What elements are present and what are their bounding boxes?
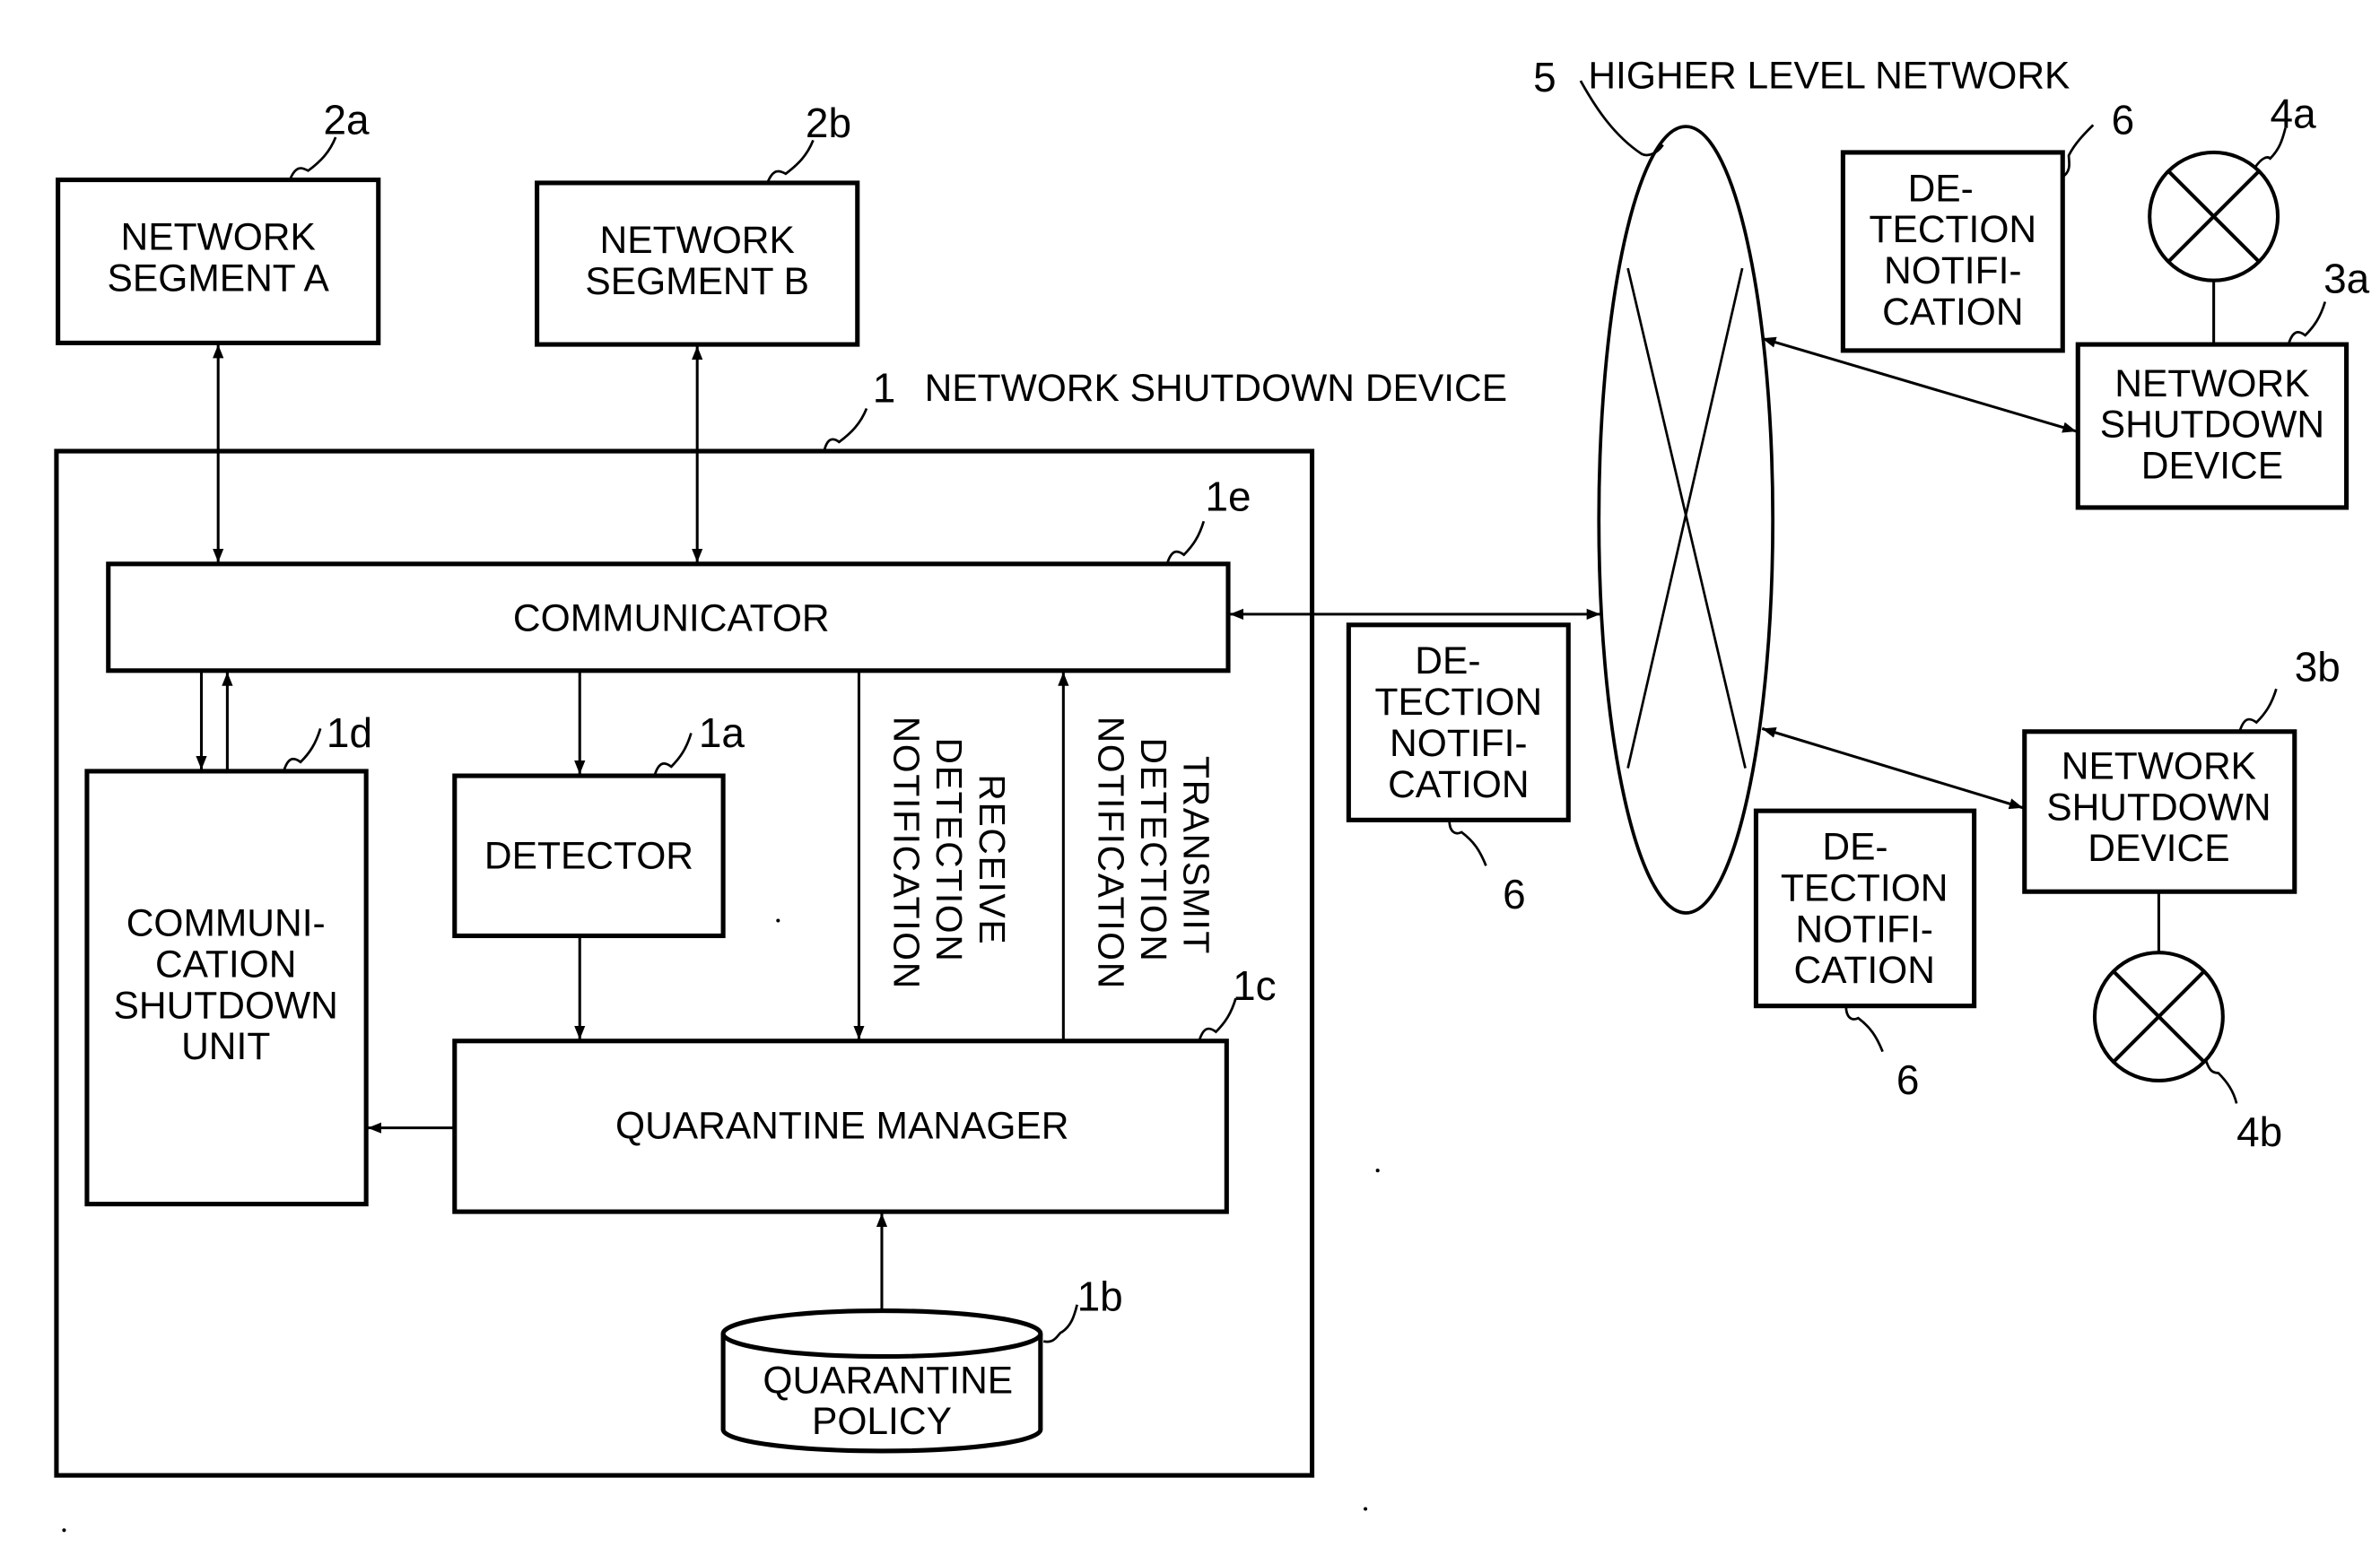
- speck: [1375, 1169, 1380, 1173]
- network-shutdown-diagram: NETWORK SEGMENT A 2a NETWORK SEGMENT B 2…: [54, 54, 2370, 1533]
- device-title-text: NETWORK SHUTDOWN DEVICE: [925, 368, 1508, 410]
- communicator-label: COMMUNICATOR: [513, 598, 830, 640]
- device-3b-line-1: NETWORK: [2062, 745, 2256, 787]
- terminal-4a-icon: 4a: [2148, 91, 2317, 282]
- ref-1c: 1c: [1233, 962, 1276, 1009]
- communication-shutdown-unit: COMMUNI- CATION SHUTDOWN UNIT 1d: [84, 709, 372, 1207]
- remote-network-shutdown-device-3b: NETWORK SHUTDOWN DEVICE 3b: [2022, 644, 2341, 894]
- notif-mid-line-4: CATION: [1388, 764, 1529, 806]
- notif-bot-line-1: DE-: [1822, 827, 1887, 869]
- terminal-4b-icon: 4b: [2092, 951, 2282, 1155]
- notif-mid-line-2: TECTION: [1375, 682, 1543, 724]
- device-3a-line-2: SHUTDOWN: [2100, 404, 2324, 447]
- ref-6-middle: 6: [1503, 871, 1526, 917]
- notif-bot-line-2: TECTION: [1781, 867, 1948, 909]
- ref-1: 1: [873, 365, 896, 412]
- ref-3a: 3a: [2323, 255, 2370, 301]
- device-title: 1 NETWORK SHUTDOWN DEVICE: [823, 365, 1508, 454]
- higher-network-label: HIGHER LEVEL NETWORK: [1588, 56, 2070, 98]
- ref-6-bottom: 6: [1896, 1056, 1920, 1103]
- shutdown-unit-line-2: CATION: [155, 943, 296, 986]
- transmit-line-3: NOTIFICATION: [1090, 717, 1131, 990]
- receive-line-3: NOTIFICATION: [886, 717, 928, 990]
- policy-line-1: QUARANTINE: [763, 1360, 1013, 1402]
- notif-bot-line-3: NOTIFI-: [1795, 908, 1933, 951]
- ref-4b: 4b: [2236, 1108, 2282, 1155]
- arrow-network-device-3b: [1761, 726, 2024, 810]
- speck: [62, 1528, 66, 1533]
- shutdown-unit-line-4: UNIT: [181, 1026, 270, 1068]
- ref-1b: 1b: [1077, 1273, 1123, 1320]
- ref-2b: 2b: [806, 100, 851, 146]
- notif-mid-line-1: DE-: [1415, 640, 1480, 682]
- notif-top-line-4: CATION: [1882, 291, 2023, 334]
- notif-bot-line-4: CATION: [1793, 950, 1934, 992]
- device-3a-line-3: DEVICE: [2141, 446, 2283, 488]
- network-segment-a: NETWORK SEGMENT A 2a: [56, 97, 381, 345]
- receive-line-2: DETECTION: [928, 738, 970, 963]
- ref-6-top: 6: [2112, 97, 2135, 143]
- device-3b-line-3: DEVICE: [2088, 828, 2229, 870]
- shutdown-unit-line-3: SHUTDOWN: [114, 985, 338, 1027]
- detection-notification-top: DE- TECTION NOTIFI- CATION 6: [1840, 97, 2135, 353]
- segment-b-line-1: NETWORK: [600, 220, 795, 262]
- receive-line-1: RECEIVE: [972, 774, 1013, 945]
- speck: [1364, 1507, 1368, 1511]
- ref-3b: 3b: [2295, 644, 2341, 691]
- detector-label: DETECTOR: [484, 836, 693, 878]
- speck: [776, 918, 780, 923]
- ref-2a: 2a: [324, 97, 371, 143]
- device-3a-line-1: NETWORK: [2114, 363, 2309, 405]
- segment-a-line-2: SEGMENT A: [108, 258, 330, 300]
- notif-top-line-3: NOTIFI-: [1884, 250, 2022, 292]
- notif-top-line-1: DE-: [1908, 168, 1974, 210]
- transmit-detection-notification-label: TRANSMIT DETECTION NOTIFICATION: [1090, 717, 1216, 990]
- remote-network-shutdown-device-3a: NETWORK SHUTDOWN DEVICE 3a: [2075, 255, 2370, 510]
- detection-notification-bottom: DE- TECTION NOTIFI- CATION 6: [1753, 808, 1977, 1103]
- notif-mid-line-3: NOTIFI-: [1390, 723, 1528, 765]
- transmit-line-2: DETECTION: [1133, 738, 1174, 963]
- detection-notification-middle: DE- TECTION NOTIFI- CATION 6: [1346, 622, 1571, 917]
- quarantine-manager-label: QUARANTINE MANAGER: [615, 1106, 1069, 1148]
- notif-top-line-2: TECTION: [1870, 209, 2037, 251]
- ref-1e: 1e: [1206, 473, 1251, 519]
- transmit-line-1: TRANSMIT: [1176, 756, 1217, 955]
- ref-1a: 1a: [699, 709, 745, 756]
- ref-5: 5: [1533, 54, 1556, 100]
- shutdown-unit-line-1: COMMUNI-: [126, 903, 326, 945]
- network-segment-b: NETWORK SEGMENT B 2b: [535, 100, 860, 347]
- segment-b-line-2: SEGMENT B: [585, 261, 809, 303]
- ref-4a: 4a: [2271, 91, 2317, 137]
- segment-a-line-1: NETWORK: [121, 217, 316, 259]
- device-3b-line-2: SHUTDOWN: [2046, 787, 2271, 829]
- ref-1d: 1d: [327, 709, 372, 756]
- policy-line-2: POLICY: [812, 1401, 952, 1443]
